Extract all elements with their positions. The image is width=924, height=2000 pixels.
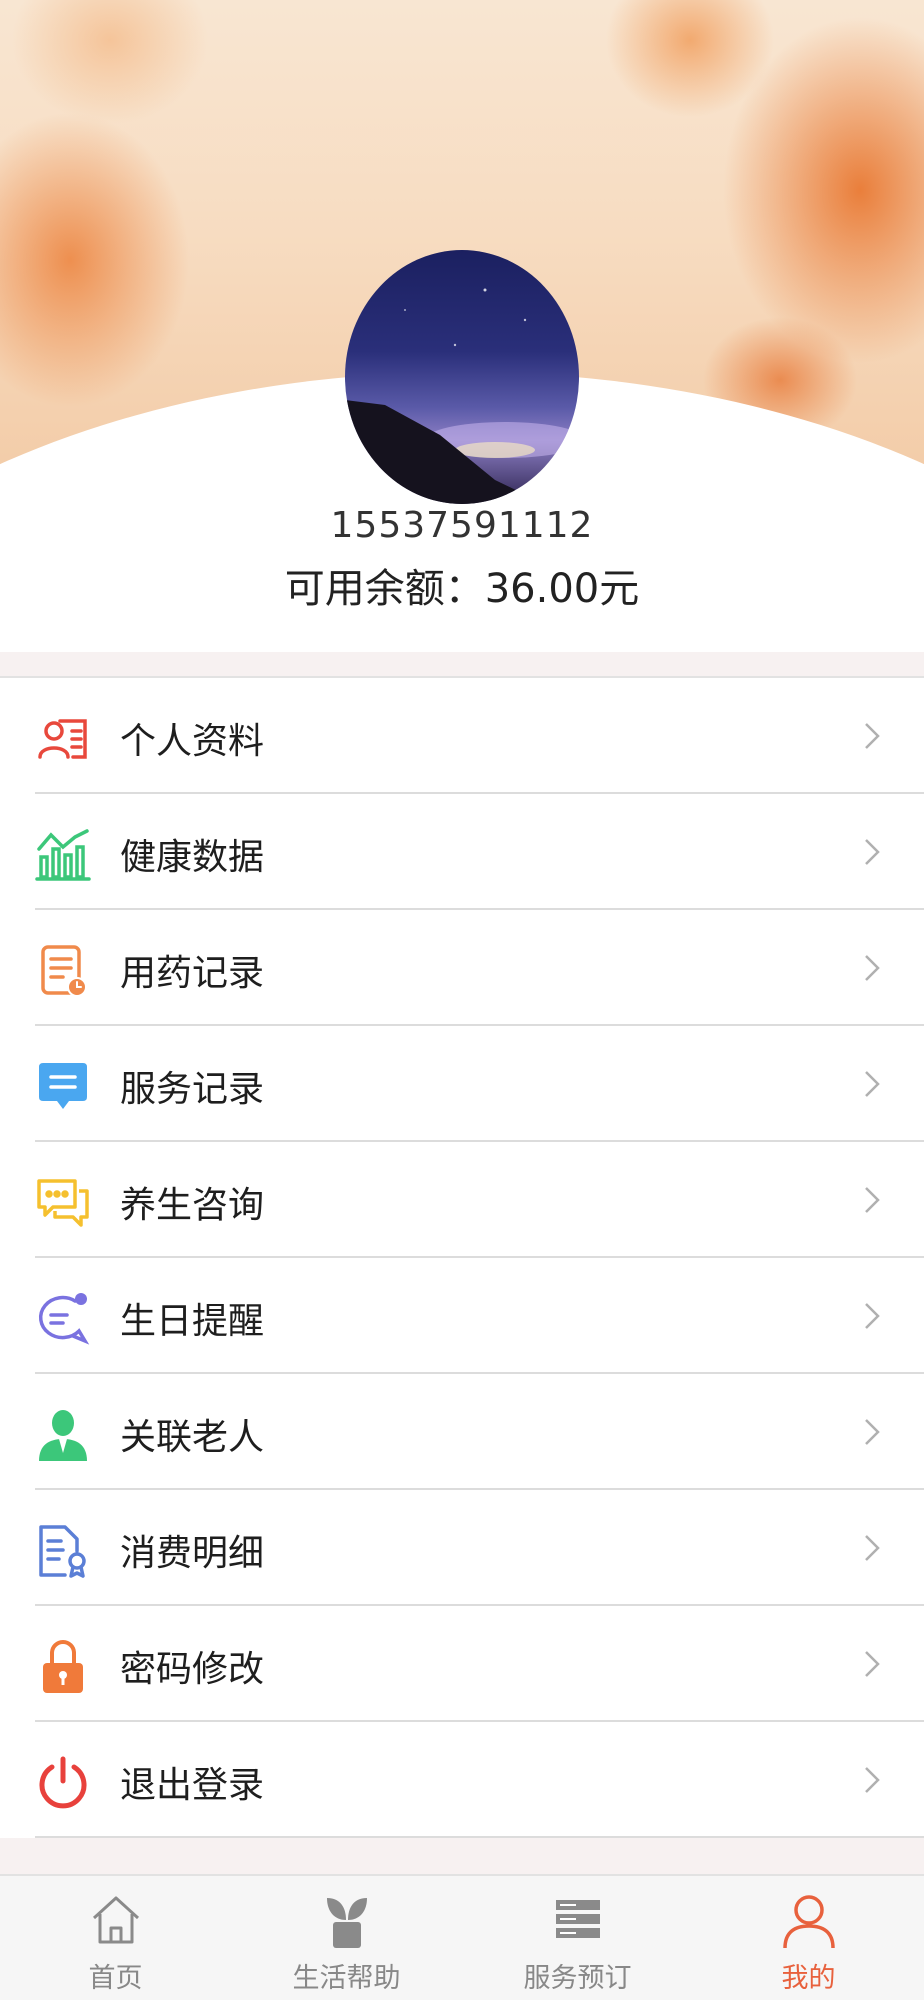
- user-icon: [779, 1890, 839, 1950]
- chevron-right-icon: [864, 1766, 880, 1794]
- message-dot-icon: [35, 1291, 91, 1347]
- person-icon: [35, 1407, 91, 1463]
- chevron-right-icon: [864, 1418, 880, 1446]
- menu-item-label: 关联老人: [120, 1417, 265, 1458]
- home-icon: [86, 1890, 146, 1950]
- chat-bubble-icon: [35, 1059, 91, 1115]
- menu-item-medication-record[interactable]: 用药记录: [0, 910, 924, 1026]
- tab-label: 生活帮助: [292, 1963, 401, 1994]
- menu-item-linked-elder[interactable]: 关联老人: [0, 1374, 924, 1490]
- bottom-tab-bar: 首页 生活帮助 服务预订 我的: [0, 1874, 924, 2000]
- avatar[interactable]: [345, 250, 579, 504]
- tab-label: 我的: [781, 1963, 836, 1994]
- menu-item-label: 健康数据: [120, 837, 265, 878]
- profile-card-icon: [35, 711, 91, 767]
- menu-item-service-record[interactable]: 服务记录: [0, 1026, 924, 1142]
- chevron-right-icon: [864, 1302, 880, 1330]
- server-stack-icon: [548, 1890, 608, 1950]
- tab-label: 服务预订: [523, 1963, 632, 1994]
- plant-pot-icon: [317, 1890, 377, 1950]
- menu-item-label: 养生咨询: [120, 1185, 265, 1226]
- tab-service-booking[interactable]: 服务预订: [462, 1876, 693, 2000]
- menu-item-label: 消费明细: [120, 1533, 265, 1574]
- menu-item-birthday-reminder[interactable]: 生日提醒: [0, 1258, 924, 1374]
- menu-item-label: 密码修改: [120, 1649, 265, 1690]
- profile-header: 15537591112 可用余额：36.00元: [0, 0, 924, 652]
- chevron-right-icon: [864, 722, 880, 750]
- tab-home[interactable]: 首页: [0, 1876, 231, 2000]
- padlock-icon: [35, 1639, 91, 1695]
- menu-item-change-password[interactable]: 密码修改: [0, 1606, 924, 1722]
- section-divider: [0, 652, 924, 678]
- menu-item-label: 用药记录: [120, 953, 265, 994]
- chevron-right-icon: [864, 1070, 880, 1098]
- menu-item-label: 服务记录: [120, 1069, 265, 1110]
- receipt-badge-icon: [35, 1523, 91, 1579]
- menu-item-wellness-consult[interactable]: 养生咨询: [0, 1142, 924, 1258]
- speech-bubbles-icon: [35, 1175, 91, 1231]
- tab-label: 首页: [88, 1963, 143, 1994]
- menu-item-logout[interactable]: 退出登录: [0, 1722, 924, 1838]
- menu-item-label: 生日提醒: [120, 1301, 265, 1342]
- bar-chart-icon: [35, 827, 91, 883]
- tab-life-help[interactable]: 生活帮助: [231, 1876, 462, 2000]
- chevron-right-icon: [864, 1186, 880, 1214]
- bottom-spacer: [0, 1838, 924, 1874]
- chevron-right-icon: [864, 838, 880, 866]
- chevron-right-icon: [864, 1650, 880, 1678]
- balance-text: 可用余额：36.00元: [284, 566, 640, 612]
- chevron-right-icon: [864, 1534, 880, 1562]
- chevron-right-icon: [864, 954, 880, 982]
- menu-list: 个人资料 健康数据 用药记录 服务记录 养生咨询 生日提醒 关联老人 消费明细 …: [0, 678, 924, 1838]
- menu-item-health-data[interactable]: 健康数据: [0, 794, 924, 910]
- menu-item-consumption-detail[interactable]: 消费明细: [0, 1490, 924, 1606]
- tab-mine[interactable]: 我的: [693, 1876, 924, 2000]
- power-icon: [35, 1755, 91, 1811]
- phone-number: 15537591112: [330, 505, 594, 546]
- menu-item-label: 退出登录: [120, 1765, 265, 1806]
- document-clock-icon: [35, 943, 91, 999]
- menu-item-profile[interactable]: 个人资料: [0, 678, 924, 794]
- menu-item-label: 个人资料: [120, 721, 265, 762]
